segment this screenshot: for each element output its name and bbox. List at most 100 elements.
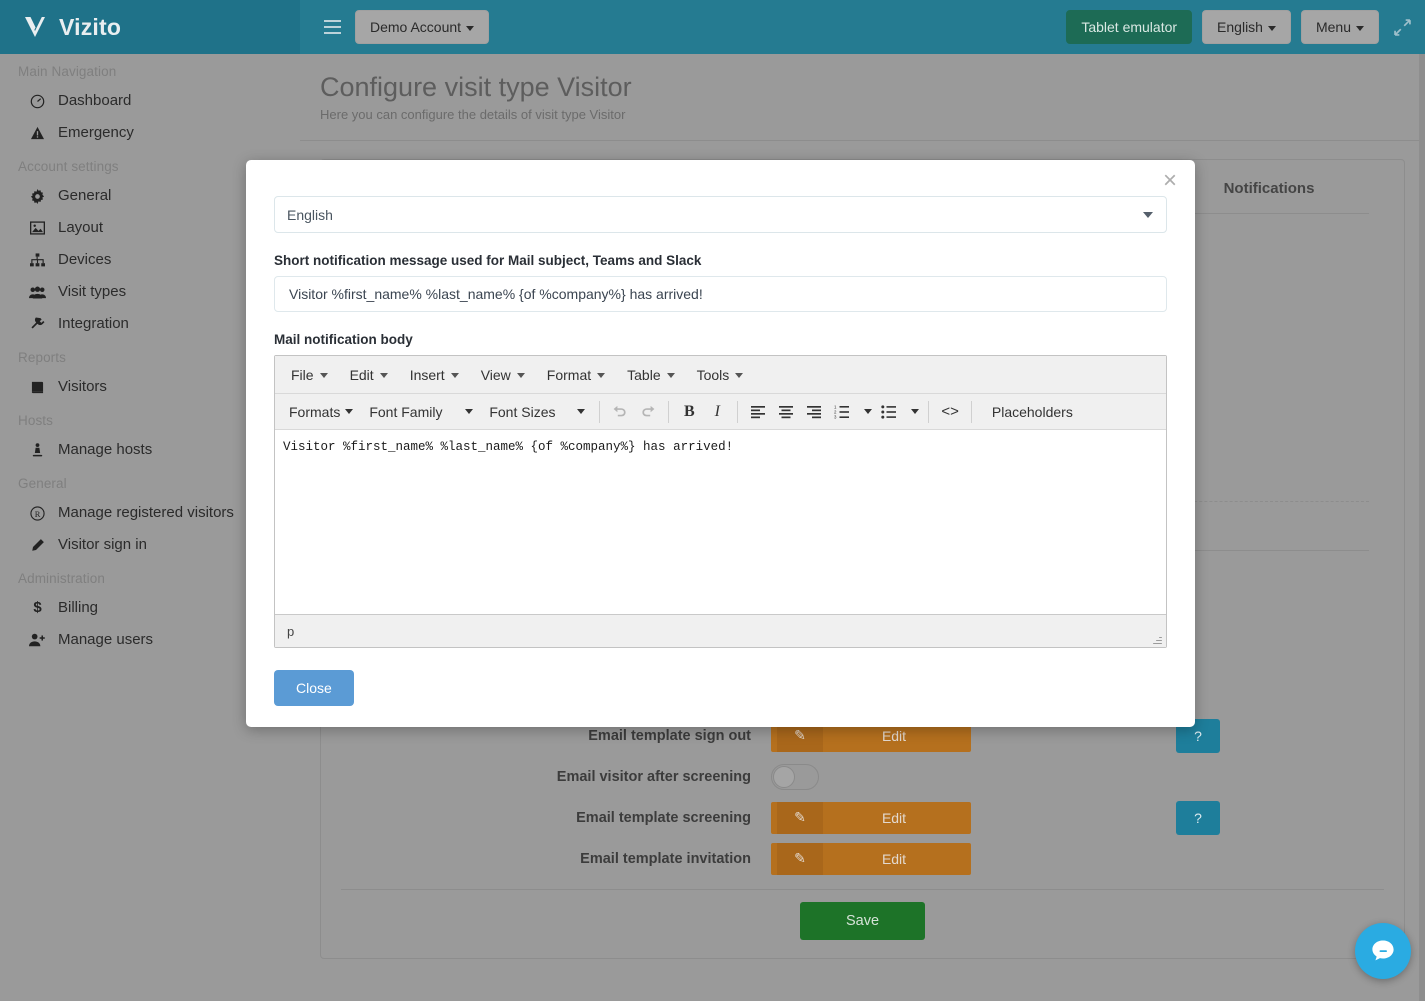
pencil-edit-icon: ✎ (777, 843, 823, 875)
modal-body: English Short notification message used … (246, 160, 1195, 706)
warning-triangle-icon (28, 126, 47, 140)
editor-toolbar: Formats Font Family Font Sizes B I (275, 394, 1166, 430)
rich-text-editor: File Edit Insert View Format Table Tools… (274, 355, 1167, 648)
edit-button-label: Edit (823, 810, 965, 826)
edit-button-label: Edit (823, 728, 965, 744)
chevron-down-icon (577, 409, 585, 414)
sidebar-item-emergency[interactable]: Emergency (0, 117, 300, 149)
header-divider (300, 140, 1425, 141)
notifications-column-header: Notifications (1169, 160, 1369, 213)
expand-arrows-icon[interactable] (1389, 14, 1415, 40)
sidebar-group-heading-main-navigation: Main Navigation (0, 54, 300, 85)
editor-statusbar: p (275, 615, 1166, 647)
sidebar-item-dashboard[interactable]: Dashboard (0, 85, 300, 117)
editor-element-path[interactable]: p (287, 624, 294, 639)
column-divider-2 (1169, 550, 1369, 551)
page-subtitle: Here you can configure the details of vi… (320, 107, 1405, 122)
toolbar-separator (668, 401, 669, 423)
chevron-down-icon (1268, 26, 1276, 31)
editor-menubar: File Edit Insert View Format Table Tools (275, 356, 1166, 394)
page-title: Configure visit type Visitor (320, 72, 1405, 103)
chevron-down-icon (517, 373, 525, 378)
language-select[interactable]: English (274, 196, 1167, 233)
table-row: Email template invitation ✎ Edit (321, 838, 1404, 879)
numbered-list-dropdown[interactable] (856, 398, 875, 426)
notifications-column: Notifications (1169, 160, 1369, 551)
topbar-left-group: Demo Account (310, 7, 489, 47)
menu-insert[interactable]: Insert (400, 362, 469, 388)
menu-tools[interactable]: Tools (687, 362, 754, 388)
menu-file[interactable]: File (281, 362, 338, 388)
language-dropdown-button[interactable]: English (1202, 10, 1291, 44)
toggle-knob (773, 766, 795, 788)
chevron-down-icon (597, 373, 605, 378)
help-button-screening[interactable]: ? (1176, 801, 1220, 835)
account-dropdown-button[interactable]: Demo Account (355, 10, 489, 44)
footer-divider (341, 889, 1384, 890)
font-family-dropdown[interactable]: Font Family (361, 398, 481, 426)
numbered-list-icon[interactable]: 123 (828, 398, 856, 426)
language-select-value: English (287, 207, 333, 223)
hamburger-icon[interactable] (319, 7, 345, 47)
page-scrollbar[interactable] (1419, 54, 1425, 1001)
menu-dropdown-button[interactable]: Menu (1301, 10, 1379, 44)
chat-bubble-icon[interactable] (1355, 923, 1411, 979)
redo-arrow-icon[interactable] (634, 398, 662, 426)
menu-format[interactable]: Format (537, 362, 615, 388)
brand-logo-area[interactable]: Vizito (0, 0, 300, 54)
row-label: Email visitor after screening (321, 769, 771, 785)
align-left-icon[interactable] (744, 398, 772, 426)
chevron-down-icon (380, 373, 388, 378)
menu-table-label: Table (627, 367, 660, 383)
edit-button-label: Edit (823, 851, 965, 867)
pencil-edit-icon: ✎ (777, 802, 823, 834)
toolbar-separator (928, 401, 929, 423)
chevron-down-icon (1356, 26, 1364, 31)
bullet-list-icon[interactable] (875, 398, 903, 426)
language-dropdown-label: English (1217, 19, 1263, 35)
dashboard-gauge-icon (28, 94, 47, 109)
bold-button[interactable]: B (675, 398, 703, 426)
align-center-icon[interactable] (772, 398, 800, 426)
font-sizes-dropdown[interactable]: Font Sizes (481, 398, 593, 426)
chevron-down-icon (1143, 212, 1153, 218)
menu-view-label: View (481, 367, 511, 383)
save-row: Save (321, 902, 1404, 940)
placeholders-button[interactable]: Placeholders (978, 398, 1087, 426)
registered-r-icon: R (28, 506, 47, 521)
close-button[interactable]: Close (274, 670, 354, 706)
sidebar-item-label: Emergency (58, 123, 134, 143)
sidebar-item-label: Visitors (58, 377, 107, 397)
bullet-list-dropdown[interactable] (903, 398, 922, 426)
email-template-invitation-edit-button[interactable]: ✎ Edit (771, 843, 971, 875)
short-message-input[interactable] (274, 276, 1167, 312)
undo-arrow-icon[interactable] (606, 398, 634, 426)
menu-format-label: Format (547, 367, 591, 383)
align-right-icon[interactable] (800, 398, 828, 426)
save-button[interactable]: Save (800, 902, 925, 940)
menu-table[interactable]: Table (617, 362, 684, 388)
table-row: Email visitor after screening (321, 756, 1404, 797)
brand-name: Vizito (59, 14, 121, 41)
email-template-screening-edit-button[interactable]: ✎ Edit (771, 802, 971, 834)
svg-text:3: 3 (834, 414, 837, 419)
italic-button[interactable]: I (703, 398, 731, 426)
source-code-icon[interactable]: <> (935, 398, 965, 426)
email-visitor-after-screening-toggle[interactable] (771, 764, 819, 790)
close-x-icon[interactable]: × (1163, 169, 1177, 193)
editor-content-area[interactable]: Visitor %first_name% %last_name% {of %co… (275, 430, 1166, 615)
sidebar-item-label: Integration (58, 314, 129, 334)
users-group-icon (28, 286, 47, 299)
sidebar-item-label: Billing (58, 598, 98, 618)
resize-grip-icon[interactable] (1152, 634, 1162, 644)
menu-edit[interactable]: Edit (340, 362, 398, 388)
vizito-logo-icon (22, 14, 48, 40)
sidebar-item-label: General (58, 186, 111, 206)
menu-view[interactable]: View (471, 362, 535, 388)
formats-dropdown[interactable]: Formats (281, 398, 361, 426)
tablet-emulator-button[interactable]: Tablet emulator (1066, 10, 1192, 44)
chevron-down-icon (735, 373, 743, 378)
toolbar-separator (599, 401, 600, 423)
chevron-down-icon (864, 409, 872, 414)
sidebar-item-label: Layout (58, 218, 103, 238)
